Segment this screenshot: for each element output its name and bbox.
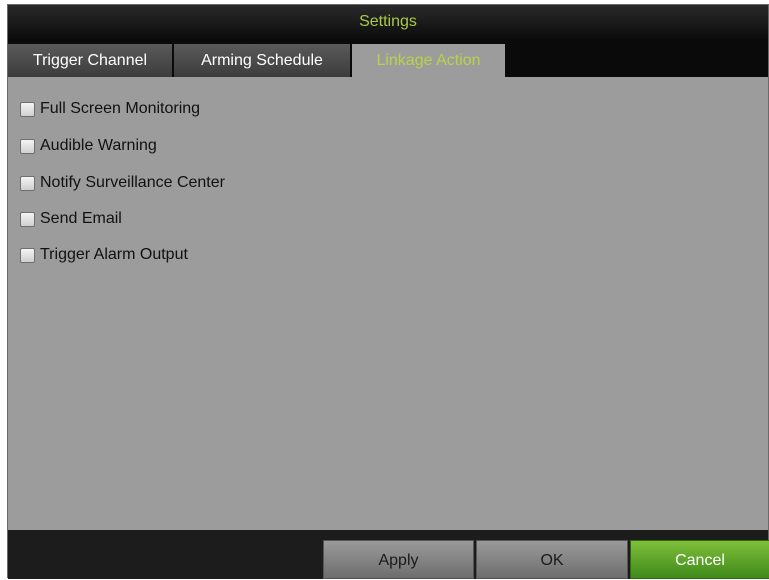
- option-label: Notify Surveillance Center: [40, 174, 225, 191]
- option-label: Trigger Alarm Output: [40, 246, 188, 263]
- option-label: Full Screen Monitoring: [40, 100, 201, 117]
- tab-arming-schedule[interactable]: Arming Schedule: [174, 44, 350, 77]
- option-audible-warning[interactable]: Audible Warning: [20, 134, 157, 158]
- cancel-button[interactable]: Cancel: [630, 540, 769, 579]
- dialog-footer: Apply OK Cancel: [8, 530, 769, 579]
- dialog-title: Settings: [8, 5, 768, 39]
- checkbox[interactable]: [20, 247, 35, 263]
- tab-linkage-action[interactable]: Linkage Action: [352, 44, 505, 77]
- linkage-action-panel: Full Screen Monitoring Audible Warning N…: [8, 77, 768, 530]
- checkbox[interactable]: [20, 211, 35, 227]
- settings-dialog: Settings Trigger Channel Arming Schedule…: [7, 4, 769, 579]
- option-full-screen-monitoring[interactable]: Full Screen Monitoring: [20, 97, 200, 121]
- tab-bar: Trigger Channel Arming Schedule Linkage …: [8, 39, 768, 77]
- option-send-email[interactable]: Send Email: [20, 207, 122, 231]
- option-label: Send Email: [40, 210, 122, 227]
- ok-button[interactable]: OK: [476, 540, 628, 579]
- apply-button[interactable]: Apply: [323, 540, 474, 579]
- checkbox[interactable]: [20, 101, 35, 117]
- tab-trigger-channel[interactable]: Trigger Channel: [8, 44, 172, 77]
- checkbox[interactable]: [20, 138, 35, 154]
- option-notify-surveillance-center[interactable]: Notify Surveillance Center: [20, 171, 225, 195]
- option-label: Audible Warning: [40, 137, 157, 154]
- checkbox[interactable]: [20, 175, 35, 191]
- option-trigger-alarm-output[interactable]: Trigger Alarm Output: [20, 243, 188, 267]
